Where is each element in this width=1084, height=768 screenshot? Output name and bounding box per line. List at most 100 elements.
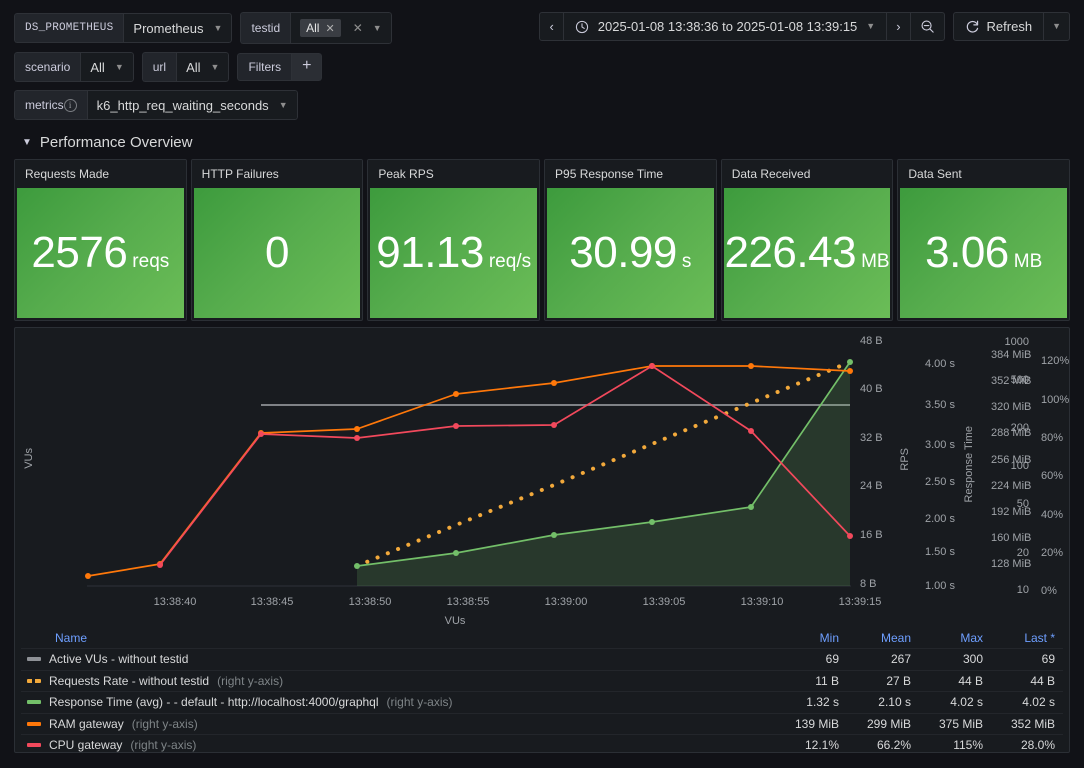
dashboard-row-header[interactable]: ▼ Performance Overview [0, 128, 1084, 159]
zoom-out-button[interactable] [911, 13, 944, 40]
time-range-picker[interactable]: 2025-01-08 13:38:36 to 2025-01-08 13:39:… [564, 13, 888, 40]
y-axis-tick-rt: 224 MiB [991, 480, 1032, 492]
chevron-down-icon: ▼ [866, 21, 876, 31]
legend-series-axis-note: (right y-axis) [386, 695, 453, 710]
y-axis-tick-cpu: 100% [1041, 394, 1070, 406]
stat-panel[interactable]: HTTP Failures 0 [190, 159, 364, 321]
refresh-button[interactable]: Refresh [954, 13, 1045, 40]
legend-row[interactable]: RAM gateway (right y-axis) 139 MiB 299 MiB… [21, 712, 1063, 735]
zoom-out-icon [921, 20, 934, 33]
legend-row[interactable]: Active VUs - without testid 69 267 300 69 [21, 648, 1063, 670]
legend-table: Name Min Mean Max Last * Active VUs - without… [15, 628, 1069, 753]
y-axis-tick-cpu: 0% [1041, 585, 1057, 597]
variable-metrics[interactable]: metrics i k6_http_req_waiting_seconds ▼ [14, 90, 298, 120]
legend-series-label: RAM gateway [49, 716, 124, 731]
stat-value-group: 2576 reqs [31, 231, 169, 275]
variable-scenario-value[interactable]: All ▼ [80, 52, 134, 82]
legend-value-mean: 267 [890, 652, 911, 667]
variable-url-value[interactable]: All ▼ [176, 52, 230, 82]
chevron-down-icon: ▼ [213, 22, 223, 33]
time-shift-forward-button[interactable]: › [887, 13, 911, 40]
stat-panel[interactable]: Data Sent 3.06 MB [897, 159, 1071, 321]
variable-url-current: All [186, 59, 201, 75]
timeseries-panel: 1000 500 200 100 50 20 10 48 B 40 B 32 B 24 B 16 B8… [14, 327, 1070, 753]
series-point [748, 428, 754, 434]
y-axis-tick-cpu: 80% [1041, 432, 1064, 444]
y-axis-tick-rps: 1.50 s [925, 546, 955, 558]
legend-series-name[interactable]: Active VUs - without testid [27, 652, 767, 666]
time-range-group: ‹ 2025-01-08 13:38:36 to 2025-01-08 13:3… [539, 12, 945, 41]
variable-url[interactable]: url All ▼ [141, 52, 230, 82]
legend-color-swatch[interactable] [27, 743, 41, 748]
stat-value: 3.06 [925, 228, 1009, 277]
legend-value-min: 11 B [815, 673, 839, 688]
refresh-interval-dropdown[interactable]: ▼ [1044, 13, 1069, 40]
y-axis-tick-rate: 16 B [860, 529, 883, 541]
variable-metrics-value[interactable]: k6_http_req_waiting_seconds ▼ [86, 90, 298, 120]
legend-col-max[interactable]: Max [911, 631, 983, 645]
clear-icon[interactable]: ✕ [353, 21, 363, 35]
legend-row[interactable]: CPU gateway (right y-axis) 12.1% 66.2% 115%… [21, 734, 1063, 753]
variable-metrics-label: metrics i [14, 90, 87, 120]
y-axis-tick-rps: 4.00 s [925, 358, 955, 370]
legend-row[interactable]: Response Time (avg) - - default - http:/… [21, 691, 1063, 713]
stat-unit: reqs [132, 251, 170, 272]
variable-datasource[interactable]: DS_PROMETHEUS Prometheus ▼ [14, 13, 233, 43]
plot-area: 1000 500 200 100 50 20 10 48 B 40 B 32 B 24 B 16 B8… [15, 328, 1069, 628]
legend-col-min[interactable]: Min [767, 631, 839, 645]
refresh-group: Refresh ▼ [952, 12, 1070, 41]
legend-color-swatch[interactable] [27, 700, 41, 705]
legend-col-mean[interactable]: Mean [839, 631, 911, 645]
legend-value-max: 375 MiB [938, 716, 983, 731]
legend-series-name[interactable]: RAM gateway (right y-axis) [27, 717, 767, 731]
variable-testid-chip[interactable]: All ✕ [300, 19, 341, 37]
legend-color-swatch[interactable] [27, 678, 41, 683]
series-point [847, 533, 853, 539]
legend-value-max: 300 [962, 652, 983, 667]
time-shift-back-button[interactable]: ‹ [540, 13, 564, 40]
legend-value-last: 44 B [1030, 673, 1055, 688]
legend-series-name[interactable]: Requests Rate - without testid (right y-… [27, 674, 767, 688]
stat-value-group: 30.99 s [569, 231, 691, 275]
x-axis-tick: 13:38:50 [348, 596, 392, 608]
series-point [847, 368, 853, 374]
legend-series-axis-note: (right y-axis) [131, 716, 198, 731]
stat-panel[interactable]: Peak RPS 91.13 req/s [367, 159, 541, 321]
legend-col-name-label: Name [55, 631, 88, 645]
legend-color-swatch[interactable] [27, 721, 41, 726]
stat-panel[interactable]: P95 Response Time 30.99 s [544, 159, 717, 321]
variable-url-label: url [141, 52, 177, 82]
refresh-label: Refresh [986, 19, 1033, 34]
variable-metrics-label-text: metrics [25, 98, 64, 112]
stat-unit: s [681, 251, 692, 272]
legend-col-name[interactable]: Name [27, 631, 767, 645]
y-axis-label-rps: RPS [899, 448, 911, 471]
legend-value-min: 1.32 s [806, 695, 839, 710]
legend-value-min: 12.1% [804, 738, 839, 753]
variable-datasource-value[interactable]: Prometheus ▼ [123, 13, 233, 43]
y-axis-tick-rt: 352 MiB [991, 375, 1032, 387]
stat-unit: req/s [488, 251, 532, 272]
variable-scenario[interactable]: scenario All ▼ [14, 52, 134, 82]
stat-panel[interactable]: Requests Made 2576 reqs [14, 159, 187, 321]
variable-testid[interactable]: testid All ✕ ✕ ▼ [240, 12, 392, 44]
series-point [85, 573, 91, 579]
series-point [649, 363, 655, 369]
legend-color-swatch[interactable] [27, 657, 41, 662]
legend-row[interactable]: Requests Rate - without testid (right y-… [21, 669, 1063, 692]
row-title: Performance Overview [39, 134, 193, 151]
series-point [649, 519, 655, 525]
adhoc-filters[interactable]: Filters + [237, 53, 323, 81]
legend-col-last[interactable]: Last * [983, 631, 1055, 645]
add-filter-button[interactable]: + [292, 53, 323, 81]
y-axis-tick-rate: 24 B [860, 480, 883, 492]
variable-testid-value[interactable]: All ✕ ✕ ▼ [290, 12, 392, 44]
refresh-icon [966, 20, 978, 33]
close-icon[interactable]: ✕ [325, 22, 334, 35]
info-icon[interactable]: i [63, 98, 77, 112]
stat-panel[interactable]: Data Received 226.43 MB [720, 159, 894, 321]
chevron-down-icon: ▼ [372, 22, 382, 33]
legend-series-name[interactable]: Response Time (avg) - - default - http:/… [27, 695, 767, 709]
legend-series-name[interactable]: CPU gateway (right y-axis) [27, 738, 767, 752]
legend-value-mean: 299 MiB [866, 716, 911, 731]
